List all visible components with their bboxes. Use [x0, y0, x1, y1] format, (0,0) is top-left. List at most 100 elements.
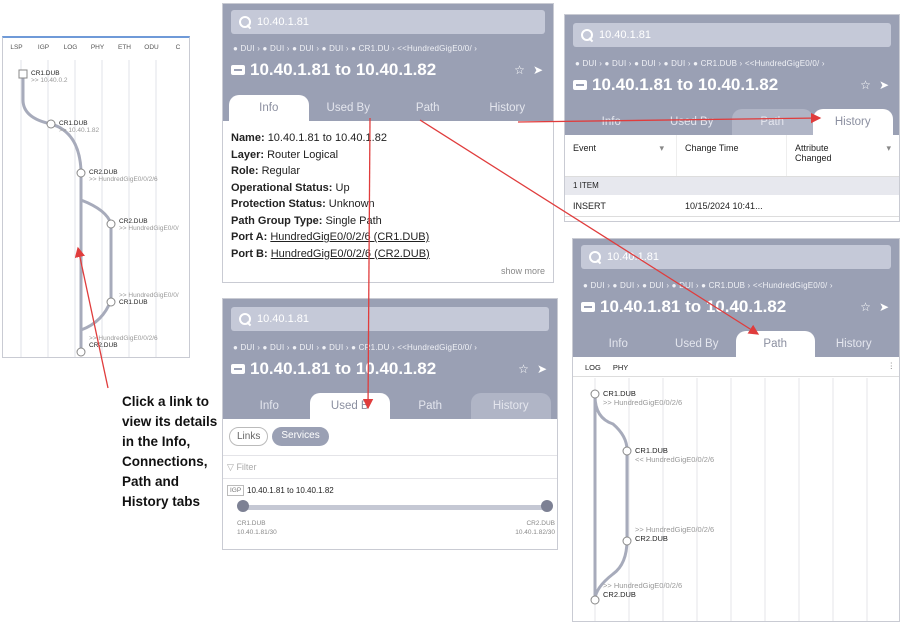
field-layer: Layer: Router Logical: [231, 148, 339, 161]
sort-down-icon[interactable]: ▾: [659, 143, 664, 154]
history-breadcrumb[interactable]: ● DUI › ● DUI › ● DUI › ● DUI › ● CR1.DU…: [575, 59, 825, 68]
used-by-title: 10.40.1.81 to 10.40.1.82: [250, 359, 437, 378]
port-b-link[interactable]: HundredGigE0/0/2/6 (CR2.DUB): [271, 248, 430, 260]
endpoint-b-icon[interactable]: [541, 500, 553, 512]
field-port-b: Port B: HundredGigE0/0/2/6 (CR2.DUB): [231, 247, 430, 260]
tab-history[interactable]: History: [470, 393, 551, 419]
search-icon: [239, 16, 251, 28]
used-by-search-input[interactable]: 10.40.1.81: [231, 307, 549, 331]
show-more-link[interactable]: show more: [501, 266, 545, 276]
path-subtabs: LOG PHY ⋮: [573, 359, 899, 377]
column-event[interactable]: Event ▾: [565, 135, 677, 176]
path-panel-header: 10.40.1.81 ● DUI › ● DUI › ● DUI › ● DUI…: [573, 239, 899, 357]
history-table-header: Event ▾ Change Time Attribute Changed ▾: [565, 135, 899, 177]
star-icon[interactable]: ☆: [860, 78, 871, 92]
star-icon[interactable]: ☆: [514, 63, 525, 77]
topology-node-4[interactable]: CR2.DUB >> HundredGigE0/0/: [119, 218, 179, 232]
info-search-input[interactable]: 10.40.1.81: [231, 10, 545, 34]
info-title: 10.40.1.81 to 10.40.1.82: [250, 60, 437, 79]
info-panel-header: 10.40.1.81 ● DUI › ● DUI › ● DUI › ● DUI…: [223, 4, 553, 121]
link-type-icon: [231, 364, 245, 374]
layer-tab-log[interactable]: LOG: [57, 44, 84, 51]
path-panel: 10.40.1.81 ● DUI › ● DUI › ● DUI › ● DUI…: [572, 238, 900, 622]
history-tabs: Info Used By Path History: [565, 109, 899, 135]
service-bar: [243, 505, 547, 510]
path-search-input[interactable]: 10.40.1.81: [581, 245, 891, 269]
callout-text: Click a link to view its details in the …: [122, 394, 218, 509]
tab-path[interactable]: Path: [388, 95, 468, 121]
chip-services[interactable]: Services: [272, 427, 329, 446]
tab-history[interactable]: History: [468, 95, 548, 121]
layer-tab-odu[interactable]: ODU: [138, 44, 165, 51]
field-name: Name: 10.40.1.81 to 10.40.1.82: [231, 132, 387, 144]
chip-links[interactable]: Links: [229, 427, 269, 446]
tab-used-by[interactable]: Used By: [652, 109, 733, 135]
port-a-link[interactable]: HundredGigE0/0/2/6 (CR1.DUB): [270, 231, 429, 243]
topology-diagram: [18, 60, 157, 357]
search-icon: [581, 29, 593, 41]
tab-used-by[interactable]: Used By: [658, 331, 737, 357]
history-search-input[interactable]: 10.40.1.81: [573, 23, 891, 47]
topology-node-1[interactable]: CR1.DUB >> 10.40.0.2: [31, 70, 68, 84]
layer-tab-lsp[interactable]: LSP: [3, 44, 30, 51]
topology-node-2[interactable]: CR1.DUB >> 10.40.1.82: [59, 120, 99, 134]
tab-history[interactable]: History: [815, 331, 894, 357]
used-by-panel: 10.40.1.81 ● DUI › ● DUI › ● DUI › ● DUI…: [222, 298, 558, 550]
navigate-icon[interactable]: ➤: [879, 78, 889, 92]
navigate-icon[interactable]: ➤: [533, 63, 543, 77]
layer-tab-phy[interactable]: PHY: [84, 44, 111, 51]
list-item[interactable]: IGP 10.40.1.81 to 10.40.1.82 CR1.DUB 10.…: [223, 483, 557, 549]
topology-node-3[interactable]: CR2.DUB >> HundredGigE0/0/2/6: [89, 169, 158, 183]
tab-path[interactable]: Path: [736, 331, 815, 357]
sort-down-icon[interactable]: ▾: [886, 143, 891, 154]
star-icon[interactable]: ☆: [518, 362, 529, 376]
path-tabs: Info Used By Path History: [573, 331, 899, 357]
used-by-breadcrumb[interactable]: ● DUI › ● DUI › ● DUI › ● DUI › ● CR1.DU…: [233, 343, 477, 352]
field-port-a: Port A: HundredGigE0/0/2/6 (CR1.DUB): [231, 231, 430, 243]
path-node-3[interactable]: >> HundredGigE0/0/2/6 CR2.DUB: [635, 525, 714, 543]
info-fields: Name: 10.40.1.81 to 10.40.1.82 Layer: Ro…: [231, 130, 430, 262]
path-breadcrumb[interactable]: ● DUI › ● DUI › ● DUI › ● DUI › ● CR1.DU…: [583, 281, 833, 290]
topology-node-6[interactable]: >> HundredGigE0/0/2/6 CR2.DUB: [89, 335, 158, 349]
search-icon: [239, 313, 251, 325]
navigate-icon[interactable]: ➤: [879, 300, 889, 314]
info-breadcrumb[interactable]: ● DUI › ● DUI › ● DUI › ● DUI › ● CR1.DU…: [233, 44, 477, 53]
star-icon[interactable]: ☆: [860, 300, 871, 314]
link-type-icon: [581, 302, 595, 312]
subtab-log[interactable]: LOG: [585, 363, 601, 372]
info-panel: 10.40.1.81 ● DUI › ● DUI › ● DUI › ● DUI…: [222, 3, 554, 283]
more-options-icon[interactable]: ⋮: [888, 361, 896, 370]
layer-tab-eth[interactable]: ETH: [111, 44, 138, 51]
layer-tabs: LSP IGP LOG PHY ETH ODU C: [3, 44, 189, 51]
tab-used-by[interactable]: Used B: [309, 393, 390, 419]
field-path-group-type: Path Group Type: Single Path: [231, 214, 382, 227]
endpoint-a-icon[interactable]: [237, 500, 249, 512]
tab-info[interactable]: Info: [579, 331, 658, 357]
table-row[interactable]: INSERT 10/15/2024 10:41...: [565, 195, 899, 217]
subtab-phy[interactable]: PHY: [613, 363, 628, 372]
tab-info[interactable]: Info: [229, 393, 310, 419]
column-change-time[interactable]: Change Time: [677, 135, 787, 176]
tab-history[interactable]: History: [812, 109, 893, 135]
field-role: Role: Regular: [231, 165, 301, 177]
used-by-chips: Links Services: [229, 427, 329, 446]
tab-info[interactable]: Info: [229, 95, 309, 121]
path-node-2[interactable]: CR1.DUB << HundredGigE0/0/2/6: [635, 446, 714, 464]
tab-used-by[interactable]: Used By: [309, 95, 389, 121]
search-icon: [589, 251, 601, 263]
tab-path[interactable]: Path: [732, 109, 813, 135]
navigate-icon[interactable]: ➤: [537, 362, 547, 376]
topology-node-5[interactable]: >> HundredGigE0/0/ CR1.DUB: [119, 292, 179, 306]
topology-path-panel: LSP IGP LOG PHY ETH ODU C CR1.DUB >> 10.…: [2, 36, 190, 358]
path-node-4[interactable]: >> HundredGigE0/0/2/6 CR2.DUB: [603, 581, 682, 599]
layer-tab-c[interactable]: C: [165, 44, 189, 51]
column-attribute-changed[interactable]: Attribute Changed ▾: [787, 135, 899, 176]
history-panel: 10.40.1.81 ● DUI › ● DUI › ● DUI › ● DUI…: [564, 14, 900, 222]
history-title: 10.40.1.81 to 10.40.1.82: [592, 75, 779, 94]
layer-tab-igp[interactable]: IGP: [30, 44, 57, 51]
path-node-1[interactable]: CR1.DUB >> HundredGigE0/0/2/6: [603, 389, 682, 407]
filter-input[interactable]: ▽ Filter: [223, 455, 557, 479]
tab-path[interactable]: Path: [390, 393, 471, 419]
tab-info[interactable]: Info: [571, 109, 652, 135]
path-title: 10.40.1.81 to 10.40.1.82: [600, 297, 787, 316]
